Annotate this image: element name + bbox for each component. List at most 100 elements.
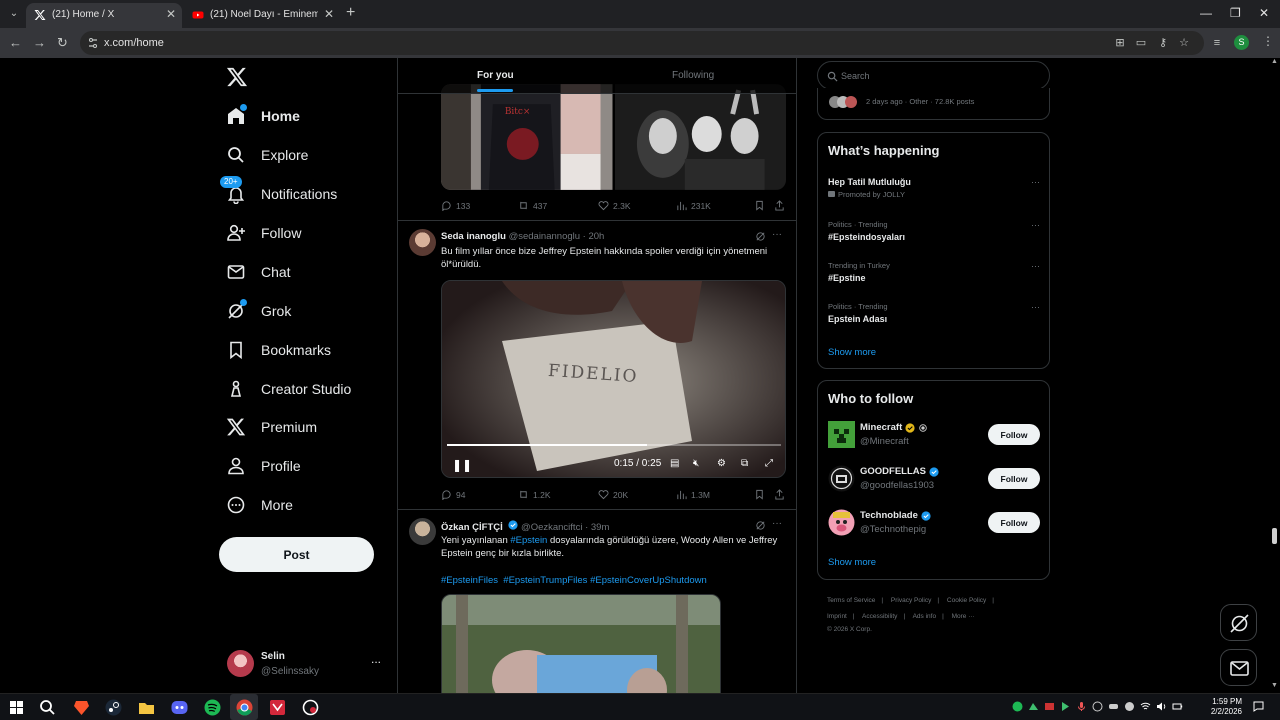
scroll-down-icon[interactable]: ▼ <box>1271 682 1278 689</box>
minimize-icon[interactable]: — <box>1200 6 1212 20</box>
tab-for-you[interactable]: For you <box>477 70 514 81</box>
browser-tab-home[interactable]: (21) Home / X ✕ <box>26 3 182 28</box>
tray-icon[interactable] <box>1044 701 1055 712</box>
bookmark-button[interactable] <box>754 200 769 211</box>
follow-suggestion[interactable]: Minecraft @Minecraft Follow <box>828 421 1040 451</box>
follow-suggestion[interactable]: Technoblade @Technothepig Follow <box>828 509 1040 539</box>
avatar[interactable] <box>409 229 436 256</box>
back-icon[interactable]: ← <box>9 35 22 50</box>
post-media[interactable]: Bitc⨯ <box>441 84 786 190</box>
nav-item-premium[interactable]: Premium <box>226 414 317 440</box>
scroll-up-icon[interactable]: ▲ <box>1271 58 1278 65</box>
spotify-tray-icon[interactable] <box>1012 701 1023 712</box>
restore-icon[interactable]: ❐ <box>1230 6 1241 20</box>
avatar[interactable] <box>409 518 436 545</box>
cast-icon[interactable]: ▭ <box>1135 37 1147 49</box>
nav-item-bookmarks[interactable]: Bookmarks <box>226 337 331 363</box>
follow-suggestion[interactable]: GOODFELLAS @goodfellas1903 Follow <box>828 465 1040 495</box>
reading-list-icon[interactable]: ≡ <box>1211 37 1223 49</box>
close-tab-icon[interactable]: ✕ <box>166 7 176 21</box>
nav-item-follow[interactable]: Follow <box>226 220 301 246</box>
nav-item-home[interactable]: Home <box>226 103 300 129</box>
grok-icon[interactable] <box>755 520 766 531</box>
post-author-handle[interactable]: @sedainannoglu <box>509 231 580 242</box>
captions-icon[interactable]: ▤ <box>670 458 679 469</box>
grok-icon[interactable] <box>755 231 766 242</box>
post-more-icon[interactable]: ··· <box>772 518 782 529</box>
tray-icon[interactable] <box>1092 701 1103 712</box>
brave-icon[interactable] <box>72 698 91 717</box>
close-window-icon[interactable]: ✕ <box>1259 6 1269 20</box>
nav-item-grok[interactable]: Grok <box>226 298 291 324</box>
bookmark-button[interactable] <box>754 489 769 500</box>
trend-more-icon[interactable]: ··· <box>1031 302 1040 312</box>
nav-item-notifications[interactable]: 20+ Notifications <box>220 176 337 207</box>
reload-icon[interactable]: ↻ <box>57 35 68 51</box>
app-icon-ring[interactable] <box>301 698 320 717</box>
hashtag-link[interactable]: #Epstein <box>510 535 547 546</box>
hashtag-links[interactable]: #EpsteinFiles #EpsteinTrumpFiles #Epstei… <box>441 575 707 586</box>
repost-button[interactable]: 437 <box>518 200 547 211</box>
tray-icon[interactable] <box>1124 701 1135 712</box>
chrome-icon[interactable] <box>235 698 254 717</box>
app-icon-red[interactable] <box>268 698 287 717</box>
pause-icon[interactable]: ❚❚ <box>452 458 472 472</box>
footer-link[interactable]: Ads info <box>913 613 937 620</box>
profile-avatar[interactable]: S <box>1234 35 1249 50</box>
tray-icon[interactable] <box>1108 701 1119 712</box>
battery-icon[interactable] <box>1172 701 1183 712</box>
close-tab-icon[interactable]: ✕ <box>324 7 334 21</box>
account-switcher[interactable]: Selin @Selinssaky ... <box>227 646 387 682</box>
forward-icon[interactable]: → <box>33 35 46 50</box>
like-button[interactable]: 20K <box>598 489 628 500</box>
video-progress-bar[interactable] <box>447 444 781 446</box>
notification-center-icon[interactable] <box>1253 701 1264 712</box>
trend-item[interactable]: Hep Tatil Mutluluğu Promoted by JOLLY ··… <box>828 177 1040 199</box>
nav-item-chat[interactable]: Chat <box>226 259 291 285</box>
footer-link[interactable]: Cookie Policy <box>947 597 986 604</box>
mute-icon[interactable]: 🔇︎ <box>693 458 699 469</box>
share-button[interactable] <box>774 200 789 211</box>
post-author-handle[interactable]: @Oezkanciftci <box>521 522 582 533</box>
reply-button[interactable]: 94 <box>441 489 465 500</box>
post-button[interactable]: Post <box>219 537 374 572</box>
post-author-name[interactable]: Özkan ÇİFTÇİ <box>441 522 503 533</box>
post-time[interactable]: · 20h <box>583 231 605 242</box>
browser-tab-youtube[interactable]: (21) Noel Dayı - Eminem (Yetişk ✕ <box>184 3 340 28</box>
repost-button[interactable]: 1.2K <box>518 489 551 500</box>
bookmark-star-icon[interactable]: ☆ <box>1178 37 1190 49</box>
browser-menu-icon[interactable]: ⋮ <box>1262 34 1274 48</box>
views-button[interactable]: 231K <box>676 200 711 211</box>
like-button[interactable]: 2.3K <box>598 200 631 211</box>
footer-link[interactable]: Privacy Policy <box>891 597 931 604</box>
site-info-icon[interactable] <box>87 37 99 49</box>
post-time[interactable]: · 39m <box>585 522 609 533</box>
share-button[interactable] <box>774 489 789 500</box>
x-logo-icon[interactable] <box>226 66 248 88</box>
pip-icon[interactable]: ⧉ <box>741 458 748 469</box>
video-player[interactable]: FIDELIO ❚❚ 0:15 / 0:25 ▤ 🔇︎ ⚙ ⧉ ⤢ <box>441 280 786 478</box>
footer-link[interactable]: More ··· <box>952 613 975 620</box>
tray-icon[interactable] <box>1060 701 1071 712</box>
system-clock[interactable]: 1:59 PM 2/2/2026 <box>1200 697 1242 717</box>
trend-more-icon[interactable]: ··· <box>1031 177 1040 187</box>
translate-icon[interactable]: ⊞ <box>1114 37 1126 49</box>
post-author-name[interactable]: Seda inanoglu <box>441 231 506 242</box>
nav-item-profile[interactable]: Profile <box>226 453 301 479</box>
show-more-link[interactable]: Show more <box>828 347 876 358</box>
wifi-icon[interactable] <box>1140 701 1151 712</box>
settings-icon[interactable]: ⚙ <box>717 458 726 469</box>
windows-start-icon[interactable] <box>7 698 26 717</box>
nav-item-more[interactable]: More <box>226 492 293 518</box>
address-bar[interactable]: x.com/home ⊞ ▭ ⚷ ☆ <box>80 31 1204 55</box>
page-scrollbar[interactable]: ▲ ▼ <box>1271 58 1278 693</box>
footer-link[interactable]: Accessibility <box>862 613 897 620</box>
trend-item[interactable]: Trending in Turkey #Epstine ··· <box>828 261 1040 283</box>
file-explorer-icon[interactable] <box>137 698 156 717</box>
spotify-icon[interactable] <box>203 698 222 717</box>
microphone-icon[interactable] <box>1076 701 1087 712</box>
messages-floating-button[interactable] <box>1220 649 1257 686</box>
trending-snippet-card[interactable]: 2 days ago · Other · 72.8K posts <box>817 88 1050 120</box>
footer-link[interactable]: Terms of Service <box>827 597 875 604</box>
footer-link[interactable]: Imprint <box>827 613 847 620</box>
